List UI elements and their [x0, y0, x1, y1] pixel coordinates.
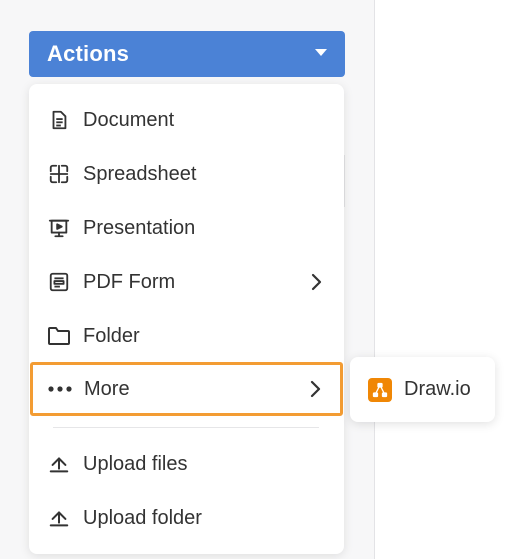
menu-divider	[53, 427, 319, 428]
actions-dropdown-button[interactable]: Actions	[29, 31, 345, 77]
submenu-item-label: Draw.io	[404, 378, 471, 400]
actions-menu: Document Spreadsheet Presentation PDF Fo…	[29, 84, 344, 554]
upload-icon	[47, 506, 71, 530]
menu-item-label: Folder	[83, 324, 140, 347]
pdf-form-icon	[47, 270, 71, 294]
menu-item-folder[interactable]: Folder	[29, 309, 344, 363]
menu-item-presentation[interactable]: Presentation	[29, 201, 344, 255]
spreadsheet-icon	[47, 162, 71, 186]
more-submenu-item-drawio[interactable]: Draw.io	[350, 357, 495, 422]
drawio-icon	[368, 377, 392, 402]
folder-icon	[47, 324, 71, 348]
chevron-right-icon	[303, 377, 327, 401]
menu-item-spreadsheet[interactable]: Spreadsheet	[29, 147, 344, 201]
chevron-right-icon	[304, 270, 328, 294]
menu-item-label: Presentation	[83, 216, 196, 239]
more-dots-icon	[48, 377, 72, 401]
menu-item-label: Upload folder	[83, 506, 202, 529]
menu-item-label: More	[84, 377, 130, 400]
menu-item-upload-files[interactable]: Upload files	[29, 437, 344, 491]
actions-button-label: Actions	[47, 41, 130, 66]
menu-item-more[interactable]: More	[30, 362, 343, 416]
menu-item-label: Document	[83, 108, 175, 131]
document-icon	[47, 108, 71, 132]
caret-down-icon	[315, 48, 327, 56]
menu-item-upload-folder[interactable]: Upload folder	[29, 491, 344, 545]
presentation-icon	[47, 216, 71, 240]
menu-item-document[interactable]: Document	[29, 93, 344, 147]
menu-item-pdf-form[interactable]: PDF Form	[29, 255, 344, 309]
menu-item-label: Spreadsheet	[83, 162, 197, 185]
upload-icon	[47, 452, 71, 476]
menu-item-label: PDF Form	[83, 270, 176, 293]
menu-item-label: Upload files	[83, 452, 188, 475]
